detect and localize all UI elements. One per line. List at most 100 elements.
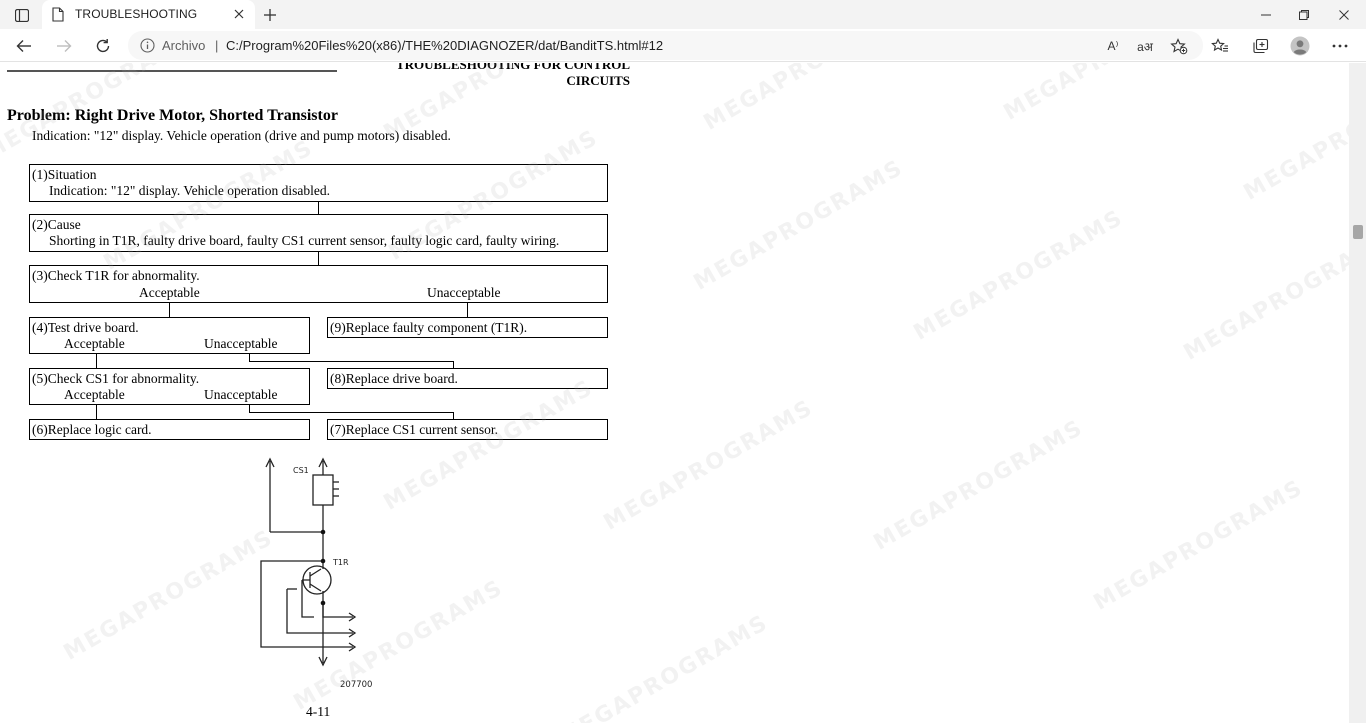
watermark: MEGAPROGRAMS (1089, 475, 1308, 616)
problem-title: Problem: Right Drive Motor, Shorted Tran… (7, 107, 338, 124)
document-content: TROUBLESHOOTING FOR CONTROL CIRCUITS Pro… (0, 63, 1349, 723)
refresh-button[interactable] (89, 33, 117, 59)
section-header: TROUBLESHOOTING FOR CONTROL CIRCUITS (300, 63, 630, 89)
connector-5-7-b (249, 412, 454, 413)
back-button[interactable] (10, 33, 38, 59)
forward-button[interactable] (50, 33, 78, 59)
tab-actions-icon (15, 8, 29, 22)
junction-dot-1 (320, 529, 326, 535)
close-icon (1339, 9, 1349, 20)
step-check-cs1-title: (5)Check CS1 for abnormality. (32, 371, 200, 386)
step-check-cs1-acceptable: Acceptable (64, 387, 125, 402)
step-cause-detail: Shorting in T1R, faulty drive board, fau… (49, 233, 560, 248)
step-check-t1r-unacceptable: Unacceptable (427, 285, 501, 300)
watermark: MEGAPROGRAMS (99, 135, 318, 276)
inner-wide-wire (286, 589, 353, 634)
translate-button[interactable]: aअ (1134, 36, 1156, 56)
collections-button[interactable] (1246, 33, 1274, 59)
star-add-icon (1170, 37, 1188, 54)
connector-4-8-c (453, 361, 454, 368)
step-test-drive-board-title: (4)Test drive board. (32, 320, 139, 335)
step-check-t1r-acceptable: Acceptable (139, 285, 200, 300)
step-replace-drive-board-box: (8)Replace drive board. (327, 368, 608, 389)
back-arrow-icon (16, 40, 31, 52)
step-check-t1r-title: (3)Check T1R for abnormality. (32, 268, 200, 283)
translate-icon: aअ (1137, 39, 1153, 54)
watermark: MEGAPROGRAMS (59, 525, 278, 666)
watermark: MEGAPROGRAMS (1179, 225, 1349, 366)
connector-4-8-b (249, 361, 454, 362)
more-icon (1332, 44, 1348, 48)
maximize-button[interactable] (1284, 0, 1324, 29)
junction-dot-2 (320, 558, 326, 564)
cs1-sensor-shape (312, 474, 334, 506)
minimize-button[interactable] (1246, 0, 1286, 29)
info-icon[interactable] (140, 38, 155, 53)
watermark: MEGAPROGRAMS (909, 205, 1128, 346)
step-check-cs1-unacceptable: Unacceptable (204, 387, 278, 402)
t1r-label: T1R (332, 558, 349, 567)
step-replace-cs1-box: (7)Replace CS1 current sensor. (327, 419, 608, 440)
step-cause-box: (2)Cause Shorting in T1R, faulty drive b… (29, 214, 608, 252)
refresh-icon (96, 39, 110, 53)
collections-icon (1252, 38, 1268, 54)
transistor-collector (309, 568, 322, 577)
watermark: MEGAPROGRAMS (699, 63, 918, 136)
tab-strip: TROUBLESHOOTING (0, 0, 1366, 29)
step-replace-cs1-title: (7)Replace CS1 current sensor. (330, 422, 498, 437)
scrollbar-thumb[interactable] (1353, 225, 1363, 239)
step-situation-box: (1)Situation Indication: "12" display. V… (29, 164, 608, 202)
favorites-icon (1211, 38, 1228, 52)
indication-text: Indication: "12" display. Vehicle operat… (32, 128, 451, 143)
read-aloud-icon: A⁾ (1107, 39, 1119, 53)
favorites-button[interactable] (1206, 33, 1234, 59)
step-replace-logic-card-title: (6)Replace logic card. (32, 422, 152, 437)
header-rule (7, 70, 337, 72)
watermark: MEGAPROGRAMS (1000, 63, 1218, 126)
vertical-scrollbar[interactable] (1349, 63, 1366, 723)
outer-loop-wire (260, 560, 353, 648)
protocol-label: Archivo (162, 38, 206, 53)
page-number: 4-11 (306, 704, 331, 719)
read-aloud-button[interactable]: A⁾ (1102, 36, 1124, 56)
watermark: MEGAPROGRAMS (1239, 65, 1349, 206)
url-text[interactable]: C:/Program%20Files%20(x86)/THE%20DIAGNOZ… (226, 38, 663, 53)
close-window-button[interactable] (1324, 0, 1364, 29)
profile-button[interactable] (1286, 33, 1314, 59)
tab-title: TROUBLESHOOTING (75, 7, 198, 21)
junction-dot-3 (320, 600, 326, 606)
close-tab-icon[interactable] (232, 7, 246, 21)
transistor-emitter (309, 583, 322, 592)
browser-toolbar: Archivo | C:/Program%20Files%20(x86)/THE… (0, 29, 1366, 62)
emitter-out-wire (322, 603, 353, 618)
minimize-icon (1261, 14, 1271, 15)
step-cause-title: (2)Cause (32, 217, 81, 232)
page-icon (52, 7, 64, 22)
watermark: MEGAPROGRAMS (554, 610, 773, 723)
watermark: MEGAPROGRAMS (379, 375, 598, 516)
tab-actions-button[interactable] (8, 4, 36, 26)
avatar-icon (1290, 36, 1310, 56)
step-replace-t1r-box: (9)Replace faulty component (T1R). (327, 317, 608, 338)
new-tab-button[interactable] (259, 4, 281, 26)
watermark: MEGAPROGRAMS (599, 395, 818, 536)
step-replace-drive-board-title: (8)Replace drive board. (330, 371, 458, 386)
add-favorite-button[interactable] (1168, 36, 1190, 56)
figure-id-label: 207700 (340, 680, 372, 690)
connector-5-7-c (453, 412, 454, 419)
step-replace-logic-card-box: (6)Replace logic card. (29, 419, 310, 440)
step-replace-t1r-title: (9)Replace faulty component (T1R). (330, 320, 528, 335)
section-header-line2: CIRCUITS (566, 73, 630, 88)
circuit-diagram: CS1 T1R 207700 (260, 457, 372, 690)
plus-icon (264, 9, 276, 21)
browser-tab[interactable]: TROUBLESHOOTING (42, 0, 255, 29)
address-bar[interactable]: Archivo | C:/Program%20Files%20(x86)/THE… (128, 31, 1203, 60)
address-separator: | (215, 38, 219, 53)
step-situation-title: (1)Situation (32, 167, 97, 182)
forward-arrow-icon (57, 40, 72, 52)
connector-3-4 (169, 302, 170, 317)
settings-menu-button[interactable] (1326, 33, 1354, 59)
cs1-label: CS1 (293, 466, 309, 475)
step-test-drive-board-acceptable: Acceptable (64, 336, 125, 351)
step-situation-detail: Indication: "12" display. Vehicle operat… (49, 183, 330, 198)
